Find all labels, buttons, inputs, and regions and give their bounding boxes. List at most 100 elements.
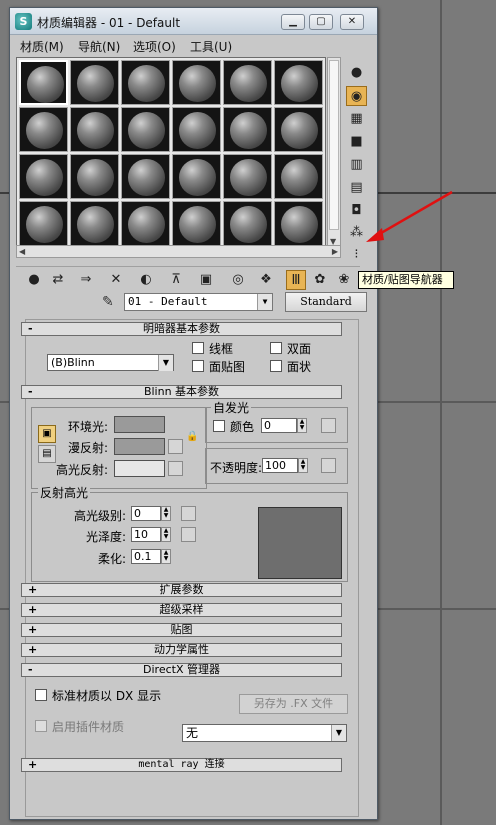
lock-icon[interactable]: 🔒 xyxy=(186,431,198,442)
put-to-scene-icon[interactable]: ⇄ xyxy=(48,270,68,290)
rollout-directx[interactable]: - DirectX 管理器 xyxy=(21,663,342,677)
rollout-blinn-basic[interactable]: - Blinn 基本参数 xyxy=(21,385,342,399)
glossiness-map-button[interactable] xyxy=(181,527,196,542)
rollout-extended[interactable]: + 扩展参数 xyxy=(21,583,342,597)
chevron-down-icon[interactable]: ▼ xyxy=(331,725,346,741)
rollout-maps[interactable]: + 贴图 xyxy=(21,623,342,637)
go-to-parent-icon[interactable]: ✿ xyxy=(310,270,330,290)
spinner-arrows-icon[interactable]: ▲ ▼ xyxy=(297,418,307,433)
sample-slot[interactable] xyxy=(223,60,272,105)
sample-slot[interactable] xyxy=(19,107,68,152)
spinner-arrows-icon[interactable]: ▲ ▼ xyxy=(161,506,171,521)
rollout-dynamics[interactable]: + 动力学属性 xyxy=(21,643,342,657)
self-illum-map-button[interactable] xyxy=(321,418,336,433)
assign-to-selection-icon[interactable]: ⇒ xyxy=(76,270,96,290)
sample-slot[interactable] xyxy=(19,60,68,105)
sample-slot[interactable] xyxy=(70,107,119,152)
save-fx-button[interactable]: 另存为 .FX 文件 xyxy=(239,694,348,714)
material-map-navigator-icon[interactable]: ⁝ xyxy=(346,245,367,265)
sample-slot[interactable] xyxy=(274,154,323,199)
spinner-arrows-icon[interactable]: ▲ ▼ xyxy=(161,527,171,542)
get-material-icon[interactable]: ● xyxy=(24,270,44,290)
vertical-scrollbar[interactable]: ▼ xyxy=(327,57,341,249)
sample-slot[interactable] xyxy=(19,201,68,246)
soften-spinner[interactable]: 0.1 xyxy=(131,549,161,564)
show-map-icon[interactable]: ❖ xyxy=(256,270,276,290)
menu-utilities[interactable]: 工具(U) xyxy=(190,38,232,55)
opacity-map-button[interactable] xyxy=(321,458,336,473)
plugin-material-checkbox[interactable] xyxy=(35,720,47,732)
spinner-arrows-icon[interactable]: ▲ ▼ xyxy=(298,458,308,473)
put-to-library-icon[interactable]: ▣ xyxy=(196,270,216,290)
specular-color-swatch[interactable] xyxy=(114,460,165,477)
material-name-field[interactable]: 01 - Default ▼ xyxy=(124,293,273,311)
sample-slot[interactable] xyxy=(223,107,272,152)
scroll-left-arrow-icon[interactable]: ◀ xyxy=(19,247,25,256)
sample-sphere-icon[interactable]: ● xyxy=(346,63,367,83)
sample-slot[interactable] xyxy=(274,201,323,246)
lock-ambient-diffuse-toggle[interactable]: ▣ xyxy=(38,425,56,443)
diffuse-map-button[interactable] xyxy=(168,439,183,454)
maximize-button[interactable]: ▢ xyxy=(309,14,333,30)
sample-slot[interactable] xyxy=(121,107,170,152)
sample-slot[interactable] xyxy=(274,60,323,105)
sample-slot[interactable] xyxy=(121,154,170,199)
sample-slot[interactable] xyxy=(121,60,170,105)
wire-checkbox[interactable] xyxy=(192,342,204,354)
rollout-shader-basic[interactable]: - 明暗器基本参数 xyxy=(21,322,342,336)
specular-map-button[interactable] xyxy=(168,461,183,476)
sample-slot[interactable] xyxy=(70,201,119,246)
two-sided-checkbox[interactable] xyxy=(270,342,282,354)
make-copy-icon[interactable]: ◐ xyxy=(136,270,156,290)
eyedropper-icon[interactable]: ✎ xyxy=(102,294,114,310)
material-type-button[interactable]: Standard xyxy=(285,292,367,312)
checker-background-icon[interactable]: ▦ xyxy=(346,109,367,129)
sample-slot[interactable] xyxy=(19,154,68,199)
chevron-down-icon[interactable]: ▼ xyxy=(158,355,173,371)
menu-material[interactable]: 材质(M) xyxy=(20,38,64,55)
vertical-scroll-thumb[interactable] xyxy=(329,60,339,230)
sample-slot[interactable] xyxy=(172,154,221,199)
reset-map-icon[interactable]: ✕ xyxy=(106,270,126,290)
sample-slot[interactable] xyxy=(172,201,221,246)
sample-uv-icon[interactable]: ■ xyxy=(346,132,367,152)
diffuse-color-swatch[interactable] xyxy=(114,438,165,455)
show-end-result-icon[interactable]: Ⅲ xyxy=(286,270,306,290)
chevron-down-icon[interactable]: ▼ xyxy=(257,294,272,310)
ambient-color-swatch[interactable] xyxy=(114,416,165,433)
spec-level-spinner[interactable]: 0 xyxy=(131,506,161,521)
scroll-right-arrow-icon[interactable]: ▶ xyxy=(332,247,338,256)
spinner-arrows-icon[interactable]: ▲ ▼ xyxy=(161,549,171,564)
sample-slot[interactable] xyxy=(172,107,221,152)
sample-slot[interactable] xyxy=(172,60,221,105)
glossiness-spinner[interactable]: 10 xyxy=(131,527,161,542)
rollout-supersampling[interactable]: + 超级采样 xyxy=(21,603,342,617)
sample-slot[interactable] xyxy=(70,154,119,199)
close-button[interactable]: ✕ xyxy=(340,14,364,30)
shader-type-select[interactable]: (B)Blinn ▼ xyxy=(47,354,174,371)
self-illum-spinner[interactable]: 0 xyxy=(261,418,297,433)
plugin-material-select[interactable]: 无 ▼ xyxy=(182,724,347,742)
material-id-icon[interactable]: ◎ xyxy=(228,270,248,290)
spec-level-map-button[interactable] xyxy=(181,506,196,521)
sample-slot[interactable] xyxy=(121,201,170,246)
go-forward-sibling-icon[interactable]: ❀ xyxy=(334,270,354,290)
sample-slot[interactable] xyxy=(274,107,323,152)
sample-slot[interactable] xyxy=(223,201,272,246)
dx-display-checkbox[interactable] xyxy=(35,689,47,701)
self-illum-color-checkbox[interactable] xyxy=(213,420,225,432)
rollout-mental-ray[interactable]: + mental ray 连接 xyxy=(21,758,342,772)
video-color-check-icon[interactable]: ▥ xyxy=(346,155,367,175)
opacity-spinner[interactable]: 100 xyxy=(262,458,298,473)
faceted-checkbox[interactable] xyxy=(270,360,282,372)
sample-slot[interactable] xyxy=(223,154,272,199)
menu-navigation[interactable]: 导航(N) xyxy=(78,38,120,55)
horizontal-scrollbar[interactable]: ◀ ▶ xyxy=(16,245,341,258)
face-map-checkbox[interactable] xyxy=(192,360,204,372)
unique-icon[interactable]: ⊼ xyxy=(166,270,186,290)
sample-slot[interactable] xyxy=(70,60,119,105)
title-bar[interactable]: S 材质编辑器 - 01 - Default ▁ ▢ ✕ xyxy=(10,8,377,35)
minimize-button[interactable]: ▁ xyxy=(281,14,305,30)
backlight-icon[interactable]: ◉ xyxy=(346,86,367,106)
menu-options[interactable]: 选项(O) xyxy=(133,38,176,55)
